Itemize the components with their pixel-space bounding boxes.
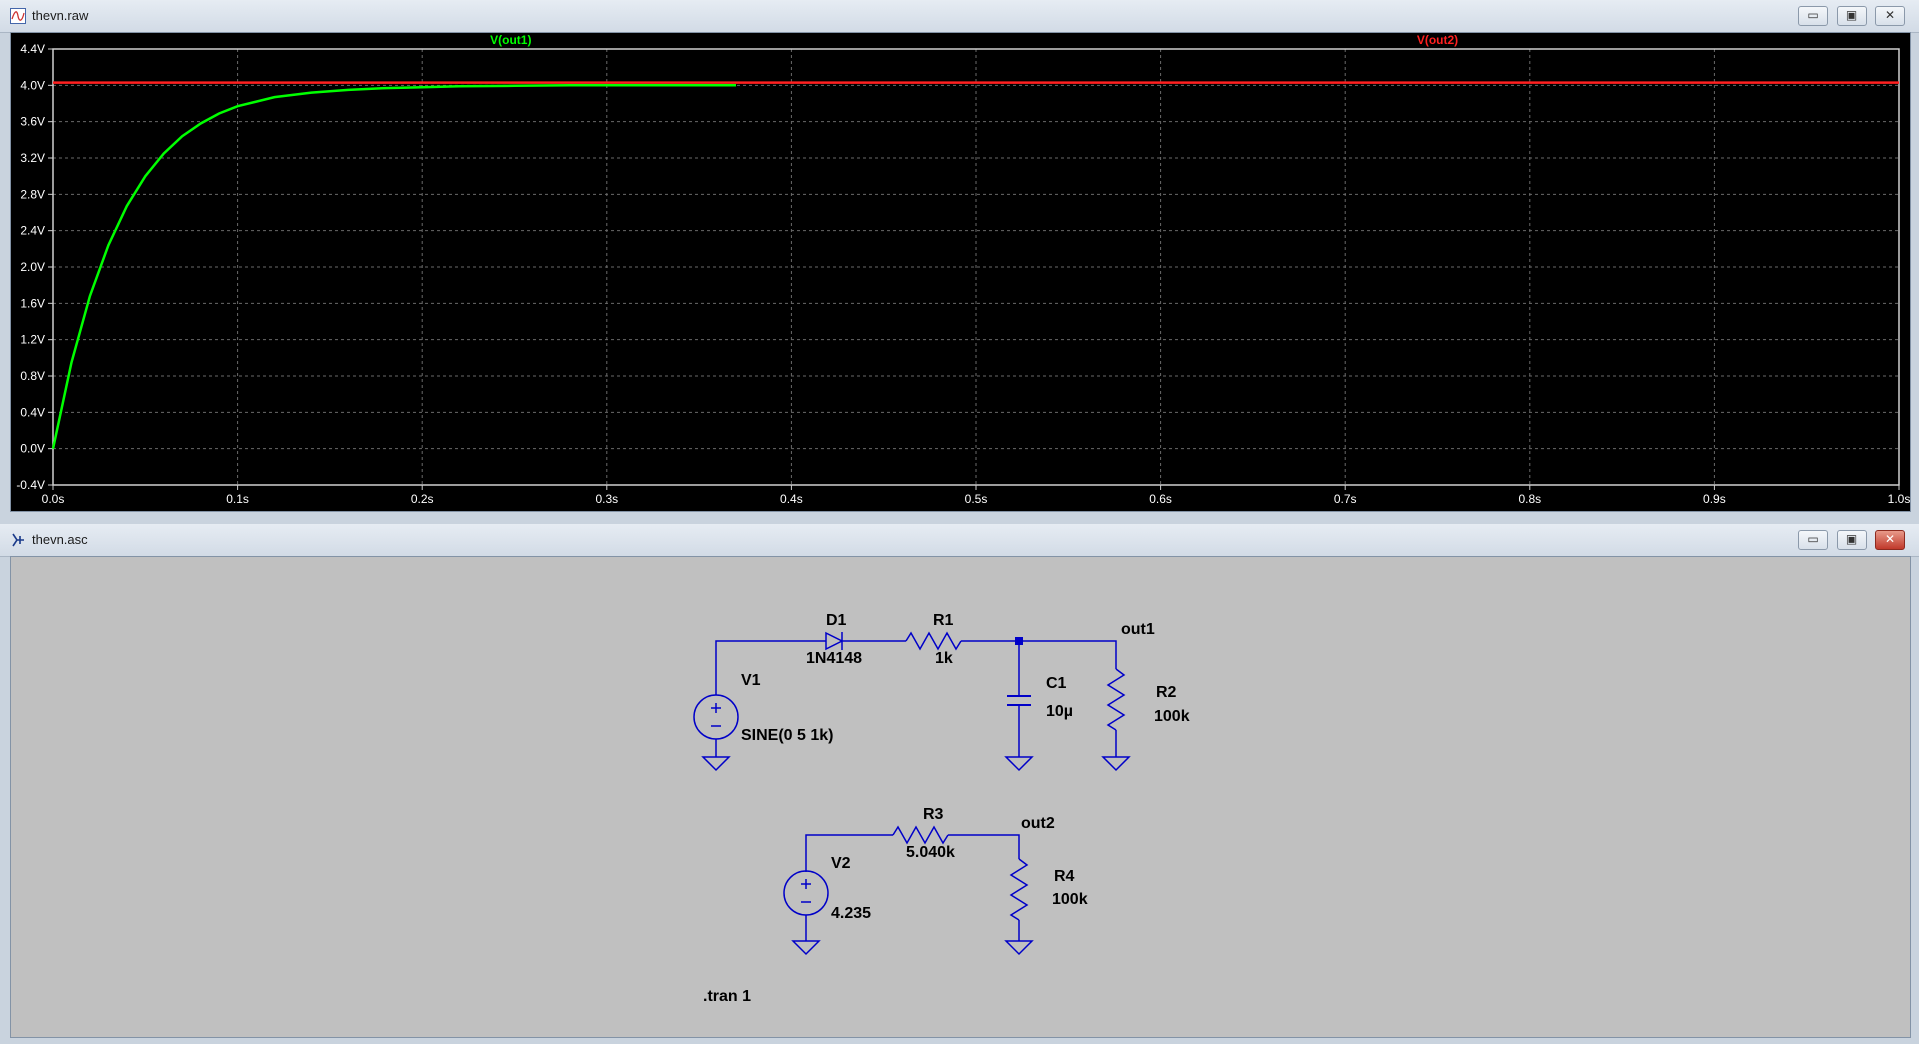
y-tick-label: 3.6V [20, 115, 45, 129]
y-tick-label: 4.0V [20, 78, 45, 92]
voltage-source-v2-symbol[interactable] [783, 870, 829, 916]
waveform-window-title: thevn.raw [32, 8, 89, 23]
net-label-out1[interactable]: out1 [1121, 621, 1155, 638]
r4-name-label: R4 [1054, 868, 1075, 885]
c1-value-label: 10µ [1046, 703, 1073, 720]
r1-value-label: 1k [935, 650, 953, 667]
x-tick-label: 0.3s [595, 492, 618, 506]
ground-icon [1101, 756, 1131, 772]
ground-icon [1004, 756, 1034, 772]
v2-value-label: 4.235 [831, 905, 871, 922]
trace-legend-label[interactable]: V(out1) [490, 33, 531, 47]
schematic-window[interactable]: thevn.asc ▭ ▣ ✕ D1 1N4148 R1 1k out1 C1 … [0, 524, 1919, 1044]
x-tick-label: 0.2s [411, 492, 434, 506]
x-tick-label: 0.1s [226, 492, 249, 506]
d1-value-label: 1N4148 [806, 650, 862, 667]
waveform-plot-area[interactable]: 0.0s 0.1s 0.2s 0.3s 0.4s 0.5s 0.6s 0.7s 0.8s 0.9s… [10, 32, 1911, 512]
x-tick-label: 1.0s [1888, 492, 1910, 506]
v1-value-label: SINE(0 5 1k) [741, 727, 833, 744]
resistor-r2-symbol[interactable] [1106, 668, 1126, 731]
x-tick-label: 0.6s [1149, 492, 1172, 506]
r3-name-label: R3 [923, 806, 944, 823]
restore-button[interactable]: ▣ [1836, 6, 1867, 26]
schematic-icon [12, 533, 24, 547]
spice-directive[interactable]: .tran 1 [703, 988, 751, 1005]
resistor-r4-symbol[interactable] [1009, 858, 1029, 921]
ground-icon [701, 756, 731, 772]
close-button[interactable]: ✕ [1875, 530, 1905, 550]
voltage-source-v1-symbol[interactable] [693, 694, 739, 740]
y-tick-label: 0.0V [20, 442, 45, 456]
capacitor-c1-symbol[interactable] [1007, 695, 1031, 706]
y-tick-label: -0.4V [16, 478, 45, 492]
r1-name-label: R1 [933, 612, 954, 629]
waveform-icon [10, 8, 26, 24]
r2-name-label: R2 [1156, 684, 1177, 701]
wire-r3-out2[interactable] [948, 834, 1020, 859]
waveform-titlebar[interactable]: thevn.raw ▭ ▣ ✕ [0, 0, 1919, 33]
schematic-drawing[interactable]: D1 1N4148 R1 1k out1 C1 10µ R2 100k V1 S… [11, 557, 1910, 1037]
y-tick-label: 0.8V [20, 369, 45, 383]
y-tick-label: 0.4V [20, 405, 45, 419]
diode-d1-symbol[interactable] [825, 631, 851, 651]
y-tick-label: 1.2V [20, 333, 45, 347]
ground-icon [791, 940, 821, 956]
schematic-canvas[interactable]: D1 1N4148 R1 1k out1 C1 10µ R2 100k V1 S… [10, 556, 1911, 1038]
close-button[interactable]: ✕ [1875, 6, 1905, 26]
y-tick-label: 1.6V [20, 296, 45, 310]
v1-name-label: V1 [741, 672, 761, 689]
x-tick-label: 0.8s [1518, 492, 1541, 506]
x-tick-label: 0.0s [42, 492, 65, 506]
junction-dot [1015, 637, 1023, 645]
x-tick-label: 0.9s [1703, 492, 1726, 506]
schematic-window-title: thevn.asc [32, 532, 88, 547]
r3-value-label: 5.040k [906, 844, 955, 861]
y-tick-label: 3.2V [20, 151, 45, 165]
trace-legend-label[interactable]: V(out2) [1417, 33, 1458, 47]
y-tick-label: 2.8V [20, 187, 45, 201]
y-tick-label: 2.4V [20, 224, 45, 238]
d1-name-label: D1 [826, 612, 847, 629]
v2-name-label: V2 [831, 855, 851, 872]
minimize-button[interactable]: ▭ [1798, 6, 1829, 26]
r2-value-label: 100k [1154, 708, 1190, 725]
wire-r1-out1[interactable] [961, 640, 1117, 669]
resistor-r1-symbol[interactable] [905, 631, 962, 651]
r4-value-label: 100k [1052, 891, 1088, 908]
x-tick-label: 0.7s [1334, 492, 1357, 506]
schematic-titlebar[interactable]: thevn.asc ▭ ▣ ✕ [0, 524, 1919, 557]
net-label-out2[interactable]: out2 [1021, 815, 1055, 832]
waveform-window[interactable]: thevn.raw ▭ ▣ ✕ 0.0s 0.1s 0.2s 0.3s 0.4s 0.5s… [0, 0, 1919, 522]
y-tick-label: 4.4V [20, 42, 45, 56]
restore-button[interactable]: ▣ [1836, 530, 1867, 550]
x-tick-label: 0.4s [780, 492, 803, 506]
waveform-chart[interactable]: 0.0s 0.1s 0.2s 0.3s 0.4s 0.5s 0.6s 0.7s 0.8s 0.9s… [11, 33, 1910, 511]
c1-name-label: C1 [1046, 675, 1067, 692]
y-tick-label: 2.0V [20, 260, 45, 274]
x-tick-label: 0.5s [965, 492, 988, 506]
resistor-r3-symbol[interactable] [892, 825, 949, 845]
minimize-button[interactable]: ▭ [1798, 530, 1829, 550]
ground-icon [1004, 940, 1034, 956]
